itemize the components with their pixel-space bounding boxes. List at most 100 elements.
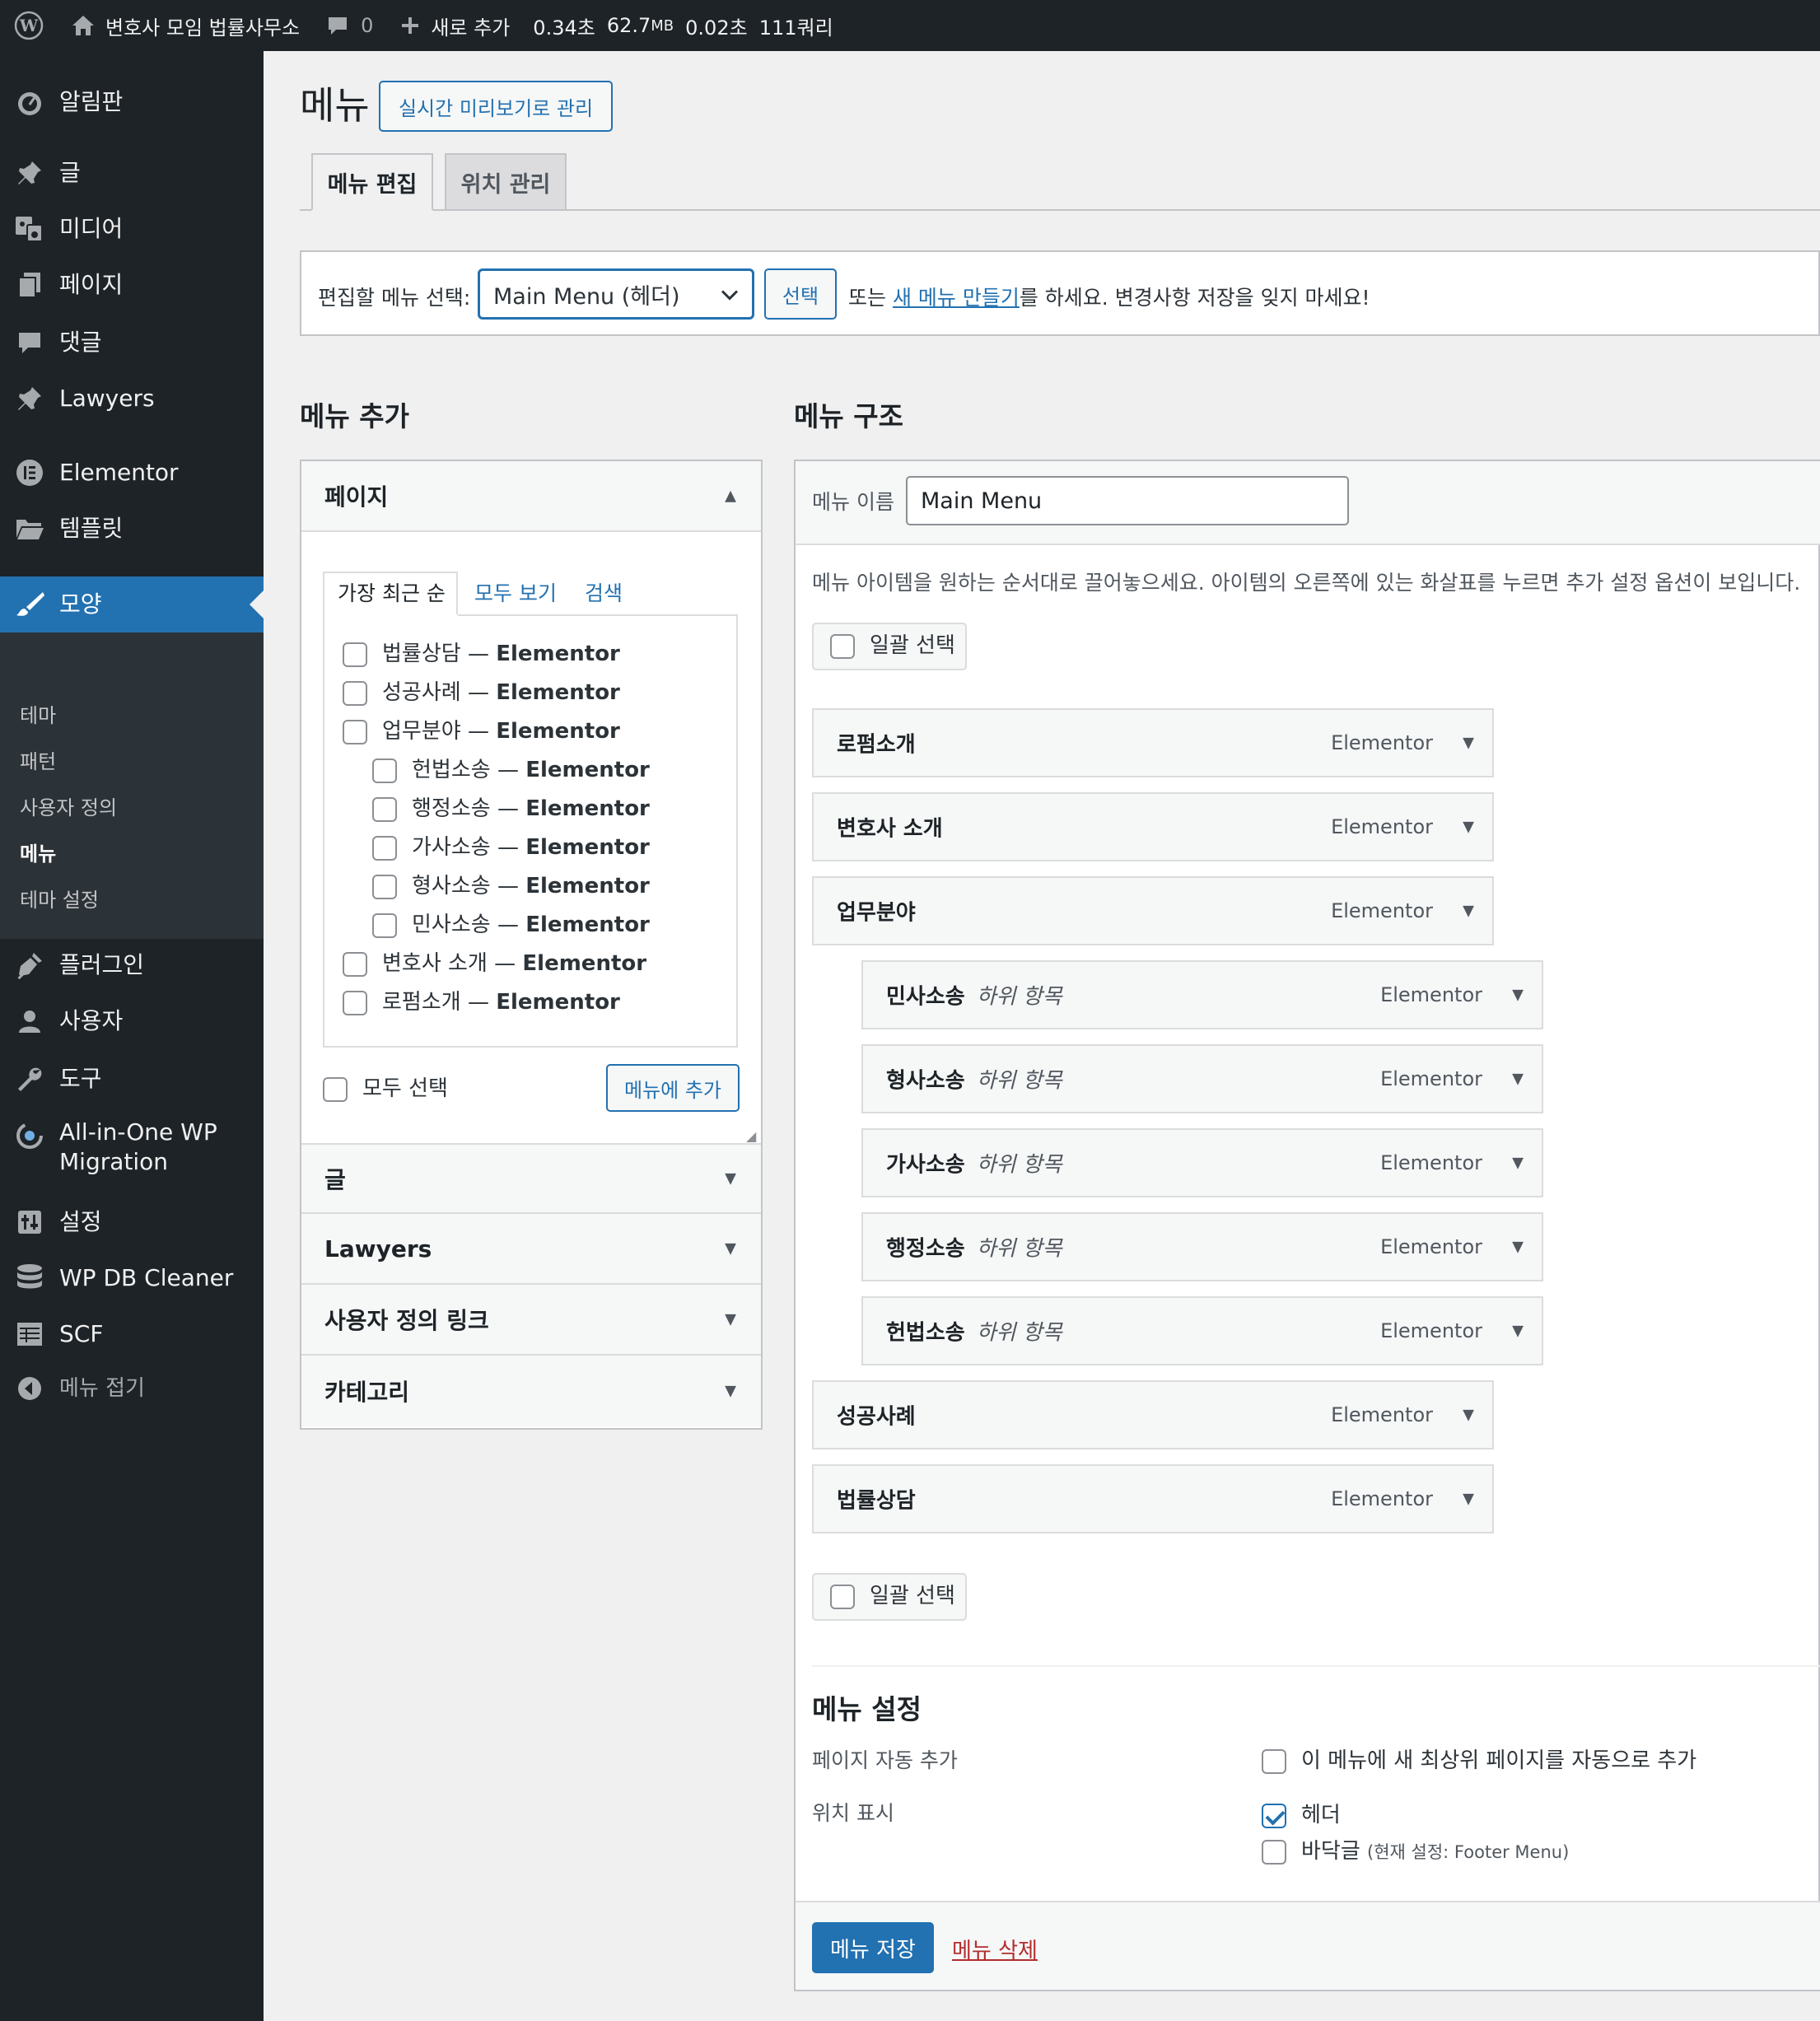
- accordion-section-lawyers[interactable]: Lawyers ▼: [301, 1214, 761, 1285]
- sidebar-item-scf[interactable]: SCF: [0, 1311, 264, 1357]
- new-content-link[interactable]: 새로 추가: [386, 0, 523, 51]
- page-item-label: 가사소송 — Elementor: [412, 834, 650, 861]
- location-header-checkbox[interactable]: [1262, 1804, 1286, 1828]
- expand-arrow-icon[interactable]: ▼: [1512, 1071, 1524, 1088]
- location-footer-checkbox[interactable]: [1262, 1840, 1286, 1865]
- tab-search[interactable]: 검색: [585, 581, 623, 606]
- menu-item-row[interactable]: 성공사례 Elementor ▼: [812, 1380, 1494, 1449]
- menu-item-title-text: 성공사례: [837, 1404, 916, 1430]
- menu-item-title-text: 형사소송: [886, 1068, 965, 1094]
- submenu-item-menus[interactable]: 메뉴: [20, 842, 56, 866]
- expand-arrow-icon[interactable]: ▼: [1512, 987, 1524, 1004]
- tab-manage-locations[interactable]: 위치 관리: [445, 153, 567, 211]
- menu-item-row[interactable]: 로펌소개 Elementor ▼: [812, 708, 1494, 777]
- menu-item-row-child[interactable]: 형사소송 하위 항목 Elementor ▼: [861, 1044, 1543, 1113]
- page-checkbox[interactable]: [372, 836, 397, 861]
- page-checkbox[interactable]: [343, 642, 367, 667]
- menu-item-row[interactable]: 법률상담 Elementor ▼: [812, 1464, 1494, 1533]
- expand-arrow-icon[interactable]: ▼: [1463, 1407, 1474, 1424]
- sidebar-item-wp-db-cleaner[interactable]: WP DB Cleaner: [0, 1255, 264, 1301]
- page-checkbox[interactable]: [372, 797, 397, 822]
- add-to-menu-button[interactable]: 메뉴에 추가: [606, 1064, 740, 1112]
- page-checkbox[interactable]: [372, 913, 397, 938]
- select-all-checkbox[interactable]: [323, 1077, 348, 1102]
- sidebar-item-label: 미디어: [59, 215, 124, 242]
- submenu-item-customize[interactable]: 사용자 정의: [20, 796, 117, 820]
- page-checkbox[interactable]: [343, 681, 367, 706]
- manage-hint-text: 또는 새 메뉴 만들기를 하세요. 변경사항 저장을 잊지 마세요!: [848, 282, 1370, 311]
- accordion-section-custom-links[interactable]: 사용자 정의 링크 ▼: [301, 1285, 761, 1356]
- tab-edit-menus[interactable]: 메뉴 편집: [311, 153, 433, 211]
- sidebar-item-dashboard[interactable]: 알림판: [0, 79, 264, 125]
- menu-item-row[interactable]: 업무분야 Elementor ▼: [812, 876, 1494, 945]
- page-suffix: Elementor: [496, 990, 620, 1015]
- menu-item-title-text: 행정소송: [886, 1236, 965, 1262]
- expand-arrow-icon[interactable]: ▼: [1463, 1491, 1474, 1508]
- menu-item-type: Elementor: [1331, 731, 1433, 754]
- expand-arrow-icon[interactable]: ▼: [1463, 735, 1474, 752]
- tab-most-recent[interactable]: 가장 최근 순: [338, 581, 446, 606]
- sidebar-item-plugins[interactable]: 플러그인: [0, 942, 264, 988]
- menu-item-row-child[interactable]: 민사소송 하위 항목 Elementor ▼: [861, 960, 1543, 1029]
- accordion-section-categories[interactable]: 카테고리 ▼: [301, 1356, 761, 1426]
- delete-menu-link[interactable]: 메뉴 삭제: [952, 1934, 1038, 1964]
- sub-item-label: 하위 항목: [976, 1236, 1062, 1262]
- submenu-item-theme-settings[interactable]: 테마 설정: [20, 888, 99, 912]
- live-preview-button[interactable]: 실시간 미리보기로 관리: [379, 81, 613, 132]
- page-checkbox[interactable]: [343, 720, 367, 744]
- save-menu-button[interactable]: 메뉴 저장: [812, 1922, 934, 1973]
- menu-item-row-child[interactable]: 가사소송 하위 항목 Elementor ▼: [861, 1128, 1543, 1197]
- collapse-menu-button[interactable]: 메뉴 접기: [0, 1365, 264, 1412]
- wordpress-logo-icon[interactable]: W: [0, 0, 58, 51]
- sidebar-item-users[interactable]: 사용자: [0, 998, 264, 1044]
- page-checkbox[interactable]: [343, 952, 367, 977]
- menu-item-title: 형사소송 하위 항목: [886, 1064, 1062, 1095]
- menu-name-input[interactable]: Main Menu: [906, 476, 1349, 525]
- page-checkbox[interactable]: [343, 991, 367, 1015]
- sidebar-item-pages[interactable]: 페이지: [0, 262, 264, 308]
- expand-arrow-icon[interactable]: ▼: [1463, 819, 1474, 836]
- sidebar-item-settings[interactable]: 설정: [0, 1199, 264, 1245]
- sidebar-item-templates[interactable]: 템플릿: [0, 506, 264, 552]
- site-name-link[interactable]: 변호사 모임 법률사무소: [58, 0, 313, 51]
- page-checkbox[interactable]: [372, 875, 397, 899]
- expand-arrow-icon[interactable]: ▼: [1463, 903, 1474, 920]
- menu-item-title: 업무분야: [837, 896, 916, 926]
- expand-arrow-icon[interactable]: ▼: [1512, 1155, 1524, 1172]
- expand-arrow-icon[interactable]: ▼: [1512, 1323, 1524, 1340]
- accordion-section-posts[interactable]: 글 ▼: [301, 1143, 761, 1214]
- submenu-item-themes[interactable]: 테마: [20, 703, 56, 728]
- chevron-up-icon: ▲: [725, 487, 736, 505]
- select-menu-button[interactable]: 선택: [764, 268, 837, 320]
- menu-item-row[interactable]: 변호사 소개 Elementor ▼: [812, 792, 1494, 861]
- comments-link[interactable]: 0: [313, 0, 386, 51]
- page-suffix: Elementor: [496, 680, 620, 705]
- bulk-select-checkbox-bottom[interactable]: [830, 1585, 855, 1609]
- sidebar-item-posts[interactable]: 글: [0, 150, 264, 196]
- auto-add-checkbox[interactable]: [1262, 1749, 1286, 1774]
- create-new-menu-link[interactable]: 새 메뉴 만들기: [893, 286, 1020, 310]
- sidebar-item-tools[interactable]: 도구: [0, 1056, 264, 1102]
- tab-view-all[interactable]: 모두 보기: [474, 581, 557, 606]
- accordion-section-pages[interactable]: 페이지 ▲: [301, 461, 761, 532]
- submenu-item-patterns[interactable]: 패턴: [20, 749, 56, 774]
- admin-bar: W 변호사 모임 법률사무소 0 새로 추가 0.34초 62.7 MB 0.02…: [0, 0, 1820, 51]
- accordion-title: 카테고리: [324, 1379, 410, 1406]
- page-checkbox[interactable]: [372, 758, 397, 783]
- sidebar-item-elementor[interactable]: Elementor: [0, 450, 264, 496]
- sidebar-item-lawyers[interactable]: Lawyers: [0, 376, 264, 422]
- menu-item-row-child[interactable]: 헌법소송 하위 항목 Elementor ▼: [861, 1296, 1543, 1365]
- resize-handle-icon[interactable]: ◢: [746, 1128, 756, 1144]
- location-footer-label: 바닥글 (현재 설정: Footer Menu): [1301, 1838, 1569, 1865]
- sidebar-item-comments[interactable]: 댓글: [0, 320, 264, 366]
- sidebar-item-appearance[interactable]: 모양: [0, 576, 264, 632]
- query-monitor-link[interactable]: 0.34초 62.7 MB 0.02초 111쿼리: [523, 0, 842, 51]
- menu-select-dropdown[interactable]: Main Menu (헤더): [478, 268, 754, 320]
- bulk-select-checkbox-top[interactable]: [830, 634, 855, 659]
- menu-item-row-child[interactable]: 행정소송 하위 항목 Elementor ▼: [861, 1212, 1543, 1281]
- sidebar-item-all-in-one-migration[interactable]: All-in-One WP Migration: [0, 1113, 264, 1181]
- expand-arrow-icon[interactable]: ▼: [1512, 1239, 1524, 1256]
- sidebar-item-media[interactable]: 미디어: [0, 206, 264, 252]
- auto-add-option-label: 이 메뉴에 새 최상위 페이지를 자동으로 추가: [1301, 1748, 1697, 1773]
- sub-item-label: 하위 항목: [976, 984, 1062, 1010]
